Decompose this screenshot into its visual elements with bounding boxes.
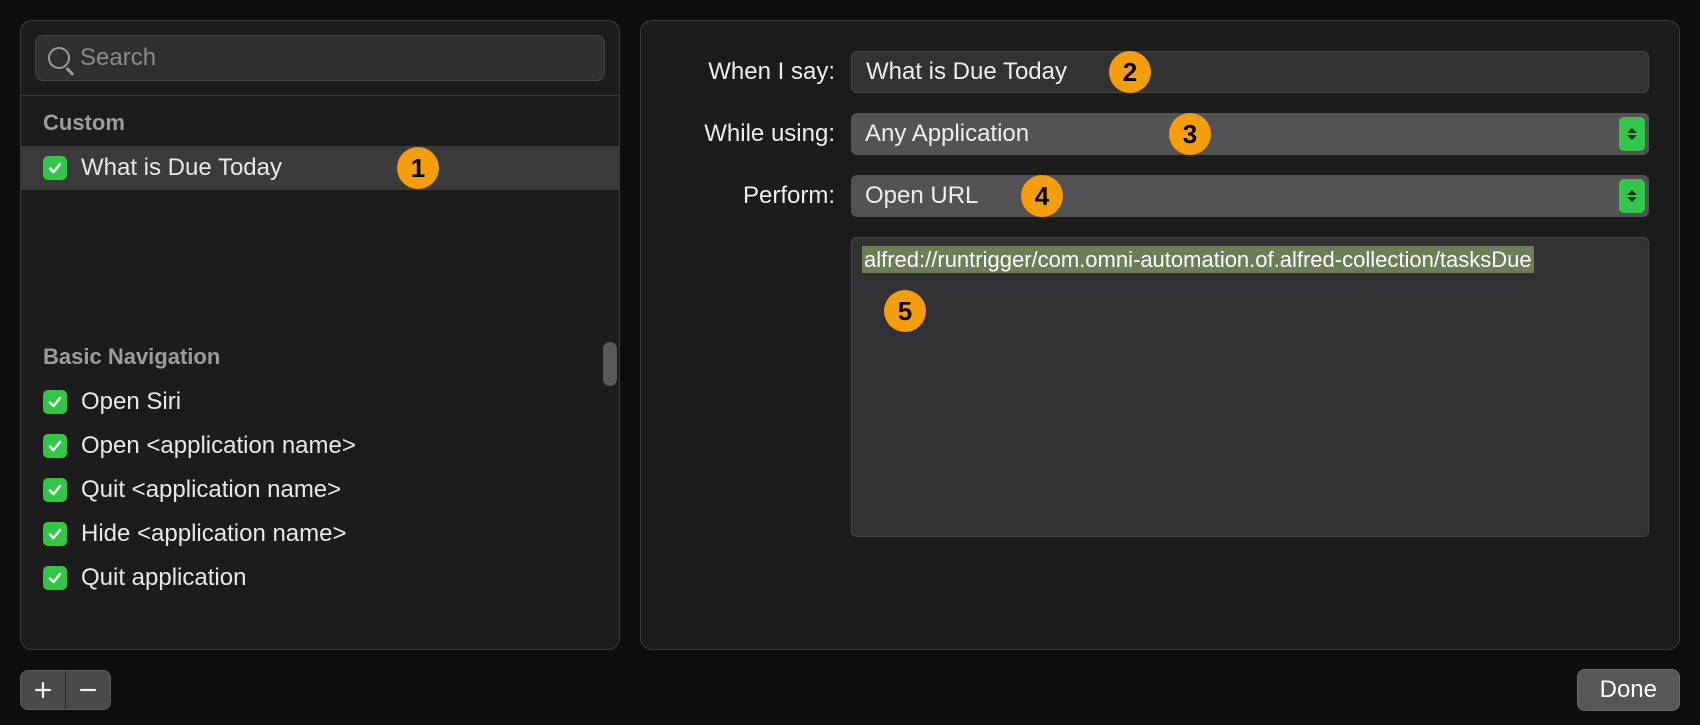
url-textarea[interactable]: alfred://runtrigger/com.omni-automation.… <box>851 237 1649 537</box>
search-field[interactable] <box>35 35 605 81</box>
list-item-label: Open Siri <box>81 388 181 416</box>
while-using-select[interactable]: Any Application <box>851 113 1649 155</box>
checkbox-icon[interactable] <box>43 522 67 546</box>
detail-panel: When I say: What is Due Today 2 While us… <box>640 20 1680 650</box>
list-item-label: Open <application name> <box>81 432 356 460</box>
checkbox-icon[interactable] <box>43 156 67 180</box>
list-item[interactable]: What is Due Today 1 <box>21 146 619 190</box>
list-item-label: Quit application <box>81 564 246 592</box>
list-item[interactable]: Quit application <box>21 556 619 600</box>
callout-badge: 3 <box>1169 113 1211 155</box>
perform-select[interactable]: Open URL <box>851 175 1649 217</box>
when-i-say-input[interactable]: What is Due Today <box>851 51 1649 93</box>
section-header-custom: Custom <box>21 96 619 146</box>
perform-value: Open URL <box>865 182 978 210</box>
list-item-label: Quit <application name> <box>81 476 341 504</box>
list-item-label: What is Due Today <box>81 154 282 182</box>
checkbox-icon[interactable] <box>43 434 67 458</box>
while-using-label: While using: <box>661 120 851 148</box>
url-value: alfred://runtrigger/com.omni-automation.… <box>862 246 1534 273</box>
callout-badge: 2 <box>1109 51 1151 93</box>
list-item[interactable]: Open Siri <box>21 380 619 424</box>
checkbox-icon[interactable] <box>43 478 67 502</box>
when-i-say-label: When I say: <box>661 58 851 86</box>
while-using-value: Any Application <box>865 120 1029 148</box>
chevron-up-down-icon <box>1619 117 1645 151</box>
chevron-up-down-icon <box>1619 179 1645 213</box>
search-icon <box>48 47 70 69</box>
callout-badge: 4 <box>1021 175 1063 217</box>
perform-label: Perform: <box>661 182 851 210</box>
list-item[interactable]: Hide <application name> <box>21 512 619 556</box>
search-input[interactable] <box>80 44 592 72</box>
add-remove-segmented <box>20 670 111 710</box>
add-button[interactable] <box>21 671 65 709</box>
minus-icon <box>79 681 97 699</box>
when-i-say-value: What is Due Today <box>866 58 1067 86</box>
done-button[interactable]: Done <box>1577 669 1680 711</box>
command-list: Custom What is Due Today 1 Basic Navigat… <box>21 95 619 649</box>
list-item[interactable]: Open <application name> <box>21 424 619 468</box>
checkbox-icon[interactable] <box>43 390 67 414</box>
sidebar-panel: Custom What is Due Today 1 Basic Navigat… <box>20 20 620 650</box>
scrollbar-thumb[interactable] <box>603 342 617 386</box>
list-item-label: Hide <application name> <box>81 520 347 548</box>
remove-button[interactable] <box>66 671 110 709</box>
plus-icon <box>34 681 52 699</box>
checkbox-icon[interactable] <box>43 566 67 590</box>
list-item[interactable]: Quit <application name> <box>21 468 619 512</box>
callout-badge: 1 <box>397 147 439 189</box>
callout-badge: 5 <box>884 290 926 332</box>
section-header-basic: Basic Navigation <box>21 330 619 380</box>
